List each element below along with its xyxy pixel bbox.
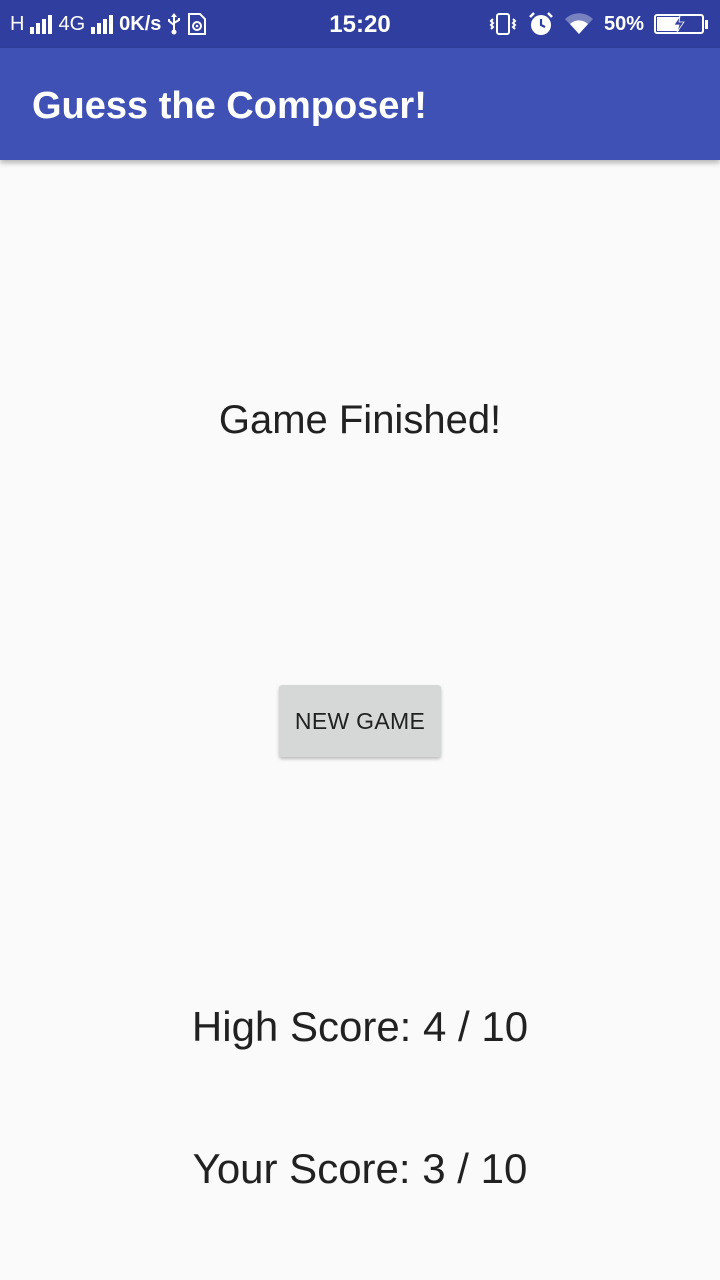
battery-percent: 50%	[603, 12, 644, 35]
vibrate-icon	[488, 12, 518, 36]
app-title: Guess the Composer!	[32, 85, 427, 127]
app-bar: Guess the Composer!	[0, 48, 720, 160]
sim-settings-icon	[187, 13, 207, 35]
status-bar-left: H 4G 0K/s	[10, 0, 207, 48]
status-bar: H 4G 0K/s 15:20 50%	[0, 0, 720, 48]
status-bar-right: 50%	[488, 0, 708, 48]
alarm-icon	[528, 11, 554, 37]
game-finished-heading: Game Finished!	[218, 398, 502, 442]
signal-icon	[91, 14, 114, 34]
usb-icon	[167, 13, 181, 35]
network-type-h: H	[10, 12, 25, 35]
new-game-button[interactable]: NEW GAME	[279, 685, 441, 757]
high-score-text: High Score: 4 / 10	[191, 1003, 529, 1050]
network-type-4g: 4G	[58, 12, 86, 35]
your-score-text: Your Score: 3 / 10	[192, 1145, 528, 1192]
wifi-icon	[564, 13, 594, 35]
data-speed: 0K/s	[119, 12, 162, 35]
signal-icon	[30, 14, 53, 34]
battery-charging-icon	[654, 14, 708, 34]
